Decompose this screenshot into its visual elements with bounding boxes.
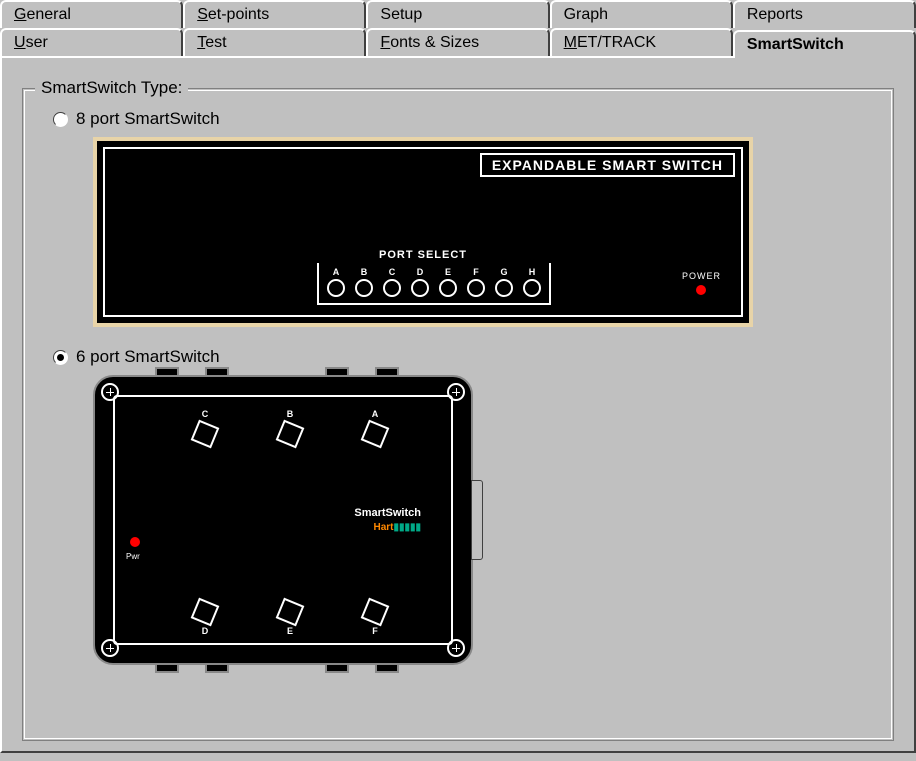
device6-brand: SmartSwitch bbox=[354, 507, 421, 519]
device8-title: EXPANDABLE SMART SWITCH bbox=[480, 153, 735, 177]
tab-panel: SmartSwitch Type: 8 port SmartSwitch EXP… bbox=[0, 56, 916, 753]
tab-mettrack[interactable]: MET/TRACK bbox=[550, 28, 733, 56]
device-image-6port: C B A D E F SmartSwitch Hart▮▮▮▮▮ Pwr bbox=[93, 375, 473, 665]
tab-fonts[interactable]: Fonts & Sizes bbox=[366, 28, 549, 56]
group-title: SmartSwitch Type: bbox=[35, 78, 188, 98]
device6-power-label: Pwr bbox=[126, 552, 140, 561]
option-6port[interactable]: 6 port SmartSwitch bbox=[53, 347, 863, 367]
device6-sub: Hart▮▮▮▮▮ bbox=[373, 522, 421, 533]
smartswitch-type-group: SmartSwitch Type: 8 port SmartSwitch EXP… bbox=[22, 88, 894, 741]
tab-general[interactable]: General bbox=[0, 0, 183, 28]
tab-row-2: User Test Fonts & Sizes MET/TRACK SmartS… bbox=[0, 28, 916, 56]
tab-smartswitch[interactable]: SmartSwitch bbox=[733, 30, 916, 58]
tab-user[interactable]: User bbox=[0, 28, 183, 56]
radio-8port[interactable] bbox=[53, 112, 68, 127]
device6-sideport bbox=[471, 480, 483, 560]
option-8port[interactable]: 8 port SmartSwitch bbox=[53, 109, 863, 129]
device-image-8port: EXPANDABLE SMART SWITCH PORT SELECT A B … bbox=[93, 137, 753, 327]
tab-graph[interactable]: Graph bbox=[550, 0, 733, 28]
radio-6port[interactable] bbox=[53, 350, 68, 365]
device8-power-label: POWER bbox=[682, 271, 721, 281]
tab-reports[interactable]: Reports bbox=[733, 0, 916, 28]
tab-test[interactable]: Test bbox=[183, 28, 366, 56]
option-6port-label: 6 port SmartSwitch bbox=[76, 347, 220, 367]
tab-row-1: General Set-points Setup Graph Reports bbox=[0, 0, 916, 28]
option-8port-label: 8 port SmartSwitch bbox=[76, 109, 220, 129]
device8-portselect: PORT SELECT bbox=[379, 249, 467, 261]
device6-power-led bbox=[130, 537, 140, 547]
tab-setpoints[interactable]: Set-points bbox=[183, 0, 366, 28]
device8-power-led bbox=[696, 285, 706, 295]
tab-setup[interactable]: Setup bbox=[366, 0, 549, 28]
